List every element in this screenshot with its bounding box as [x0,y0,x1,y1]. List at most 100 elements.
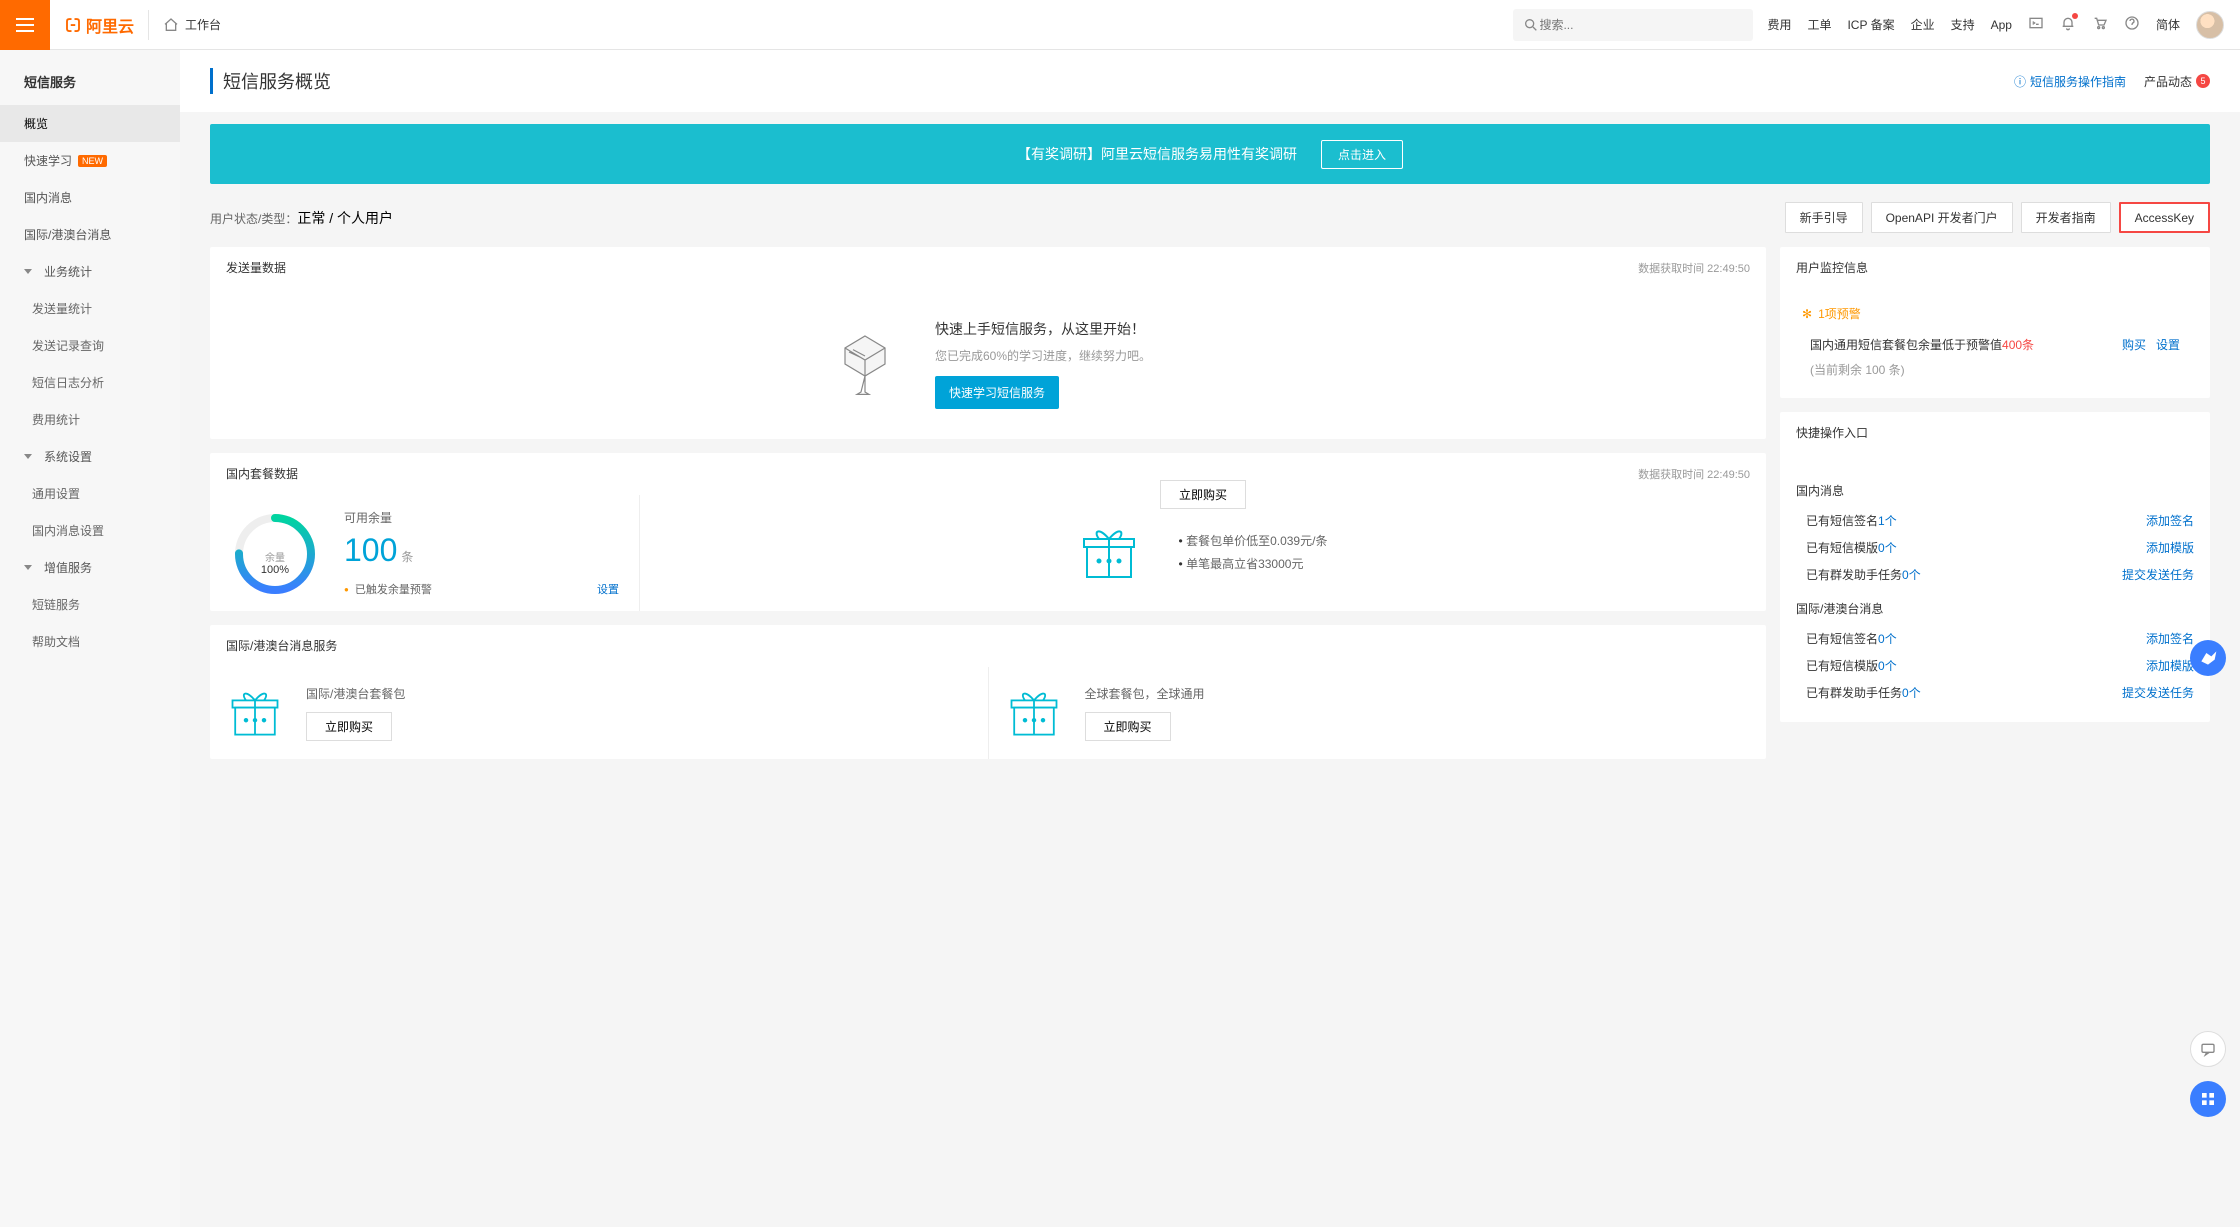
nav-domestic-settings[interactable]: 国内消息设置 [0,512,180,549]
apps-icon[interactable] [2190,1081,2226,1117]
quickstart-button[interactable]: 快速学习短信服务 [935,376,1059,409]
user-status: 用户状态/类型：正常 / 个人用户 [210,208,393,228]
search-input[interactable] [1539,18,1743,32]
quick-card: 快捷操作入口 国内消息 已有短信签名1个添加签名 已有短信模版0个添加模版 已有… [1780,412,2210,722]
alert-sub: (当前剩余 100 条) [1810,361,1905,378]
quickstart-sub: 您已完成60%的学习进度，继续努力吧。 [935,347,1151,364]
card-title: 国际/港澳台消息服务 [226,637,337,654]
nav-overview[interactable]: 概览 [0,105,180,142]
domestic-heading: 国内消息 [1796,470,2194,507]
avail-value: 100 [344,532,397,568]
pkg-bullets: 套餐包单价低至0.039元/条 单笔最高立省33000元 [1179,530,1328,576]
nav-intl[interactable]: 国际/港澳台消息 [0,216,180,253]
satellite-icon [825,324,905,404]
guide-link[interactable]: ⓘ 短信服务操作指南 [2014,73,2126,90]
nav-icp[interactable]: ICP 备案 [1847,16,1894,33]
sidebar-title: 短信服务 [0,62,180,105]
banner-button[interactable]: 点击进入 [1321,140,1403,169]
alert-set-link[interactable]: 设置 [2156,336,2180,353]
nav-domestic[interactable]: 国内消息 [0,179,180,216]
add-signature-link[interactable]: 添加签名 [2146,512,2194,529]
lang-selector[interactable]: 简体 [2156,16,2180,33]
home-icon [163,17,179,33]
news-count: 5 [2196,74,2210,88]
alert-text: 已触发余量预警 [355,581,432,597]
topbar: 阿里云 工作台 费用 工单 ICP 备案 企业 支持 App 简体 [0,0,2240,50]
global-pkg-label: 全球套餐包，全球通用 [1085,685,1205,702]
timestamp: 数据获取时间 22:49:50 [1638,260,1750,276]
nav-general-settings[interactable]: 通用设置 [0,475,180,512]
nav-group-system[interactable]: 系统设置 [0,438,180,475]
page-header: 短信服务概览 ⓘ 短信服务操作指南 产品动态5 [180,50,2240,112]
btn-newbie[interactable]: 新手引导 [1785,202,1863,233]
product-news[interactable]: 产品动态5 [2144,73,2210,90]
brand-logo[interactable]: 阿里云 [50,13,148,37]
send-data-card: 发送量数据 数据获取时间 22:49:50 快速上手短信服务，从这里开始！ 您已完… [210,247,1766,439]
assistant-icon[interactable] [2190,640,2226,676]
chevron-down-icon [24,454,32,459]
chevron-down-icon [24,269,32,274]
page-title: 短信服务概览 [210,68,331,94]
nav-ticket[interactable]: 工单 [1807,16,1831,33]
intl-heading: 国际/港澳台消息 [1796,588,2194,625]
user-avatar[interactable] [2196,11,2224,39]
cart-icon[interactable] [2092,15,2108,34]
nav-send-log[interactable]: 发送记录查询 [0,327,180,364]
chat-icon[interactable] [2190,1031,2226,1067]
nav-shortlink[interactable]: 短链服务 [0,586,180,623]
intl-buy-button[interactable]: 立即购买 [306,712,392,741]
workbench-link[interactable]: 工作台 [148,10,235,40]
hamburger-menu[interactable] [0,0,50,50]
intl-pkg-label: 国际/港澳台套餐包 [306,685,405,702]
terminal-icon[interactable] [2028,15,2044,34]
alert-buy-link[interactable]: 购买 [2122,336,2146,353]
submit-task-link[interactable]: 提交发送任务 [2122,566,2194,583]
sidebar: 短信服务 概览 快速学习NEW 国内消息 国际/港澳台消息 业务统计 发送量统计… [0,50,180,1227]
btn-openapi[interactable]: OpenAPI 开发者门户 [1871,202,2013,233]
timestamp: 数据获取时间 22:49:50 [1638,466,1750,482]
card-title: 发送量数据 [226,259,286,276]
avail-label: 可用余量 [344,509,619,526]
add-signature-link-intl[interactable]: 添加签名 [2146,630,2194,647]
nav-cost[interactable]: 费用 [1767,16,1791,33]
add-template-link[interactable]: 添加模版 [2146,539,2194,556]
action-buttons: 新手引导 OpenAPI 开发者门户 开发者指南 AccessKey [1785,202,2210,233]
nav-sms-log[interactable]: 短信日志分析 [0,364,180,401]
search-box[interactable] [1513,9,1753,41]
btn-accesskey[interactable]: AccessKey [2119,202,2210,233]
card-title: 国内套餐数据 [226,465,298,482]
nav-group-stats[interactable]: 业务统计 [0,253,180,290]
buy-now-button[interactable]: 立即购买 [1160,480,1246,509]
nav-help-docs[interactable]: 帮助文档 [0,623,180,660]
gift-icon [1079,523,1139,583]
banner-text: 【有奖调研】阿里云短信服务易用性有奖调研 [1017,144,1297,164]
gift-icon [1007,686,1061,740]
nav-support[interactable]: 支持 [1951,16,1975,33]
nav-app[interactable]: App [1991,18,2012,32]
nav-cost-stats[interactable]: 费用统计 [0,401,180,438]
search-icon [1523,17,1539,33]
add-template-link-intl[interactable]: 添加模版 [2146,657,2194,674]
status-row: 用户状态/类型：正常 / 个人用户 新手引导 OpenAPI 开发者门户 开发者… [210,202,2210,233]
quickstart-title: 快速上手短信服务，从这里开始！ [935,319,1151,339]
new-badge: NEW [78,155,107,167]
submit-task-link-intl[interactable]: 提交发送任务 [2122,684,2194,701]
nav-group-value[interactable]: 增值服务 [0,549,180,586]
nav-send-stats[interactable]: 发送量统计 [0,290,180,327]
intl-card: 国际/港澳台消息服务 国际/港澳台套餐包 立即购买 [210,625,1766,759]
package-card: 国内套餐数据数据获取时间 22:49:50 余量100% 可用余量 100条 [210,453,1766,611]
warn-heading: 1项预警 [1796,305,2194,322]
top-links: 费用 工单 ICP 备案 企业 支持 App 简体 [1767,11,2224,39]
card-title: 用户监控信息 [1796,259,1868,276]
alert-settings-link[interactable]: 设置 [597,581,619,597]
nav-enterprise[interactable]: 企业 [1911,16,1935,33]
help-icon[interactable] [2124,15,2140,34]
card-title: 快捷操作入口 [1796,424,1868,441]
bell-icon[interactable] [2060,15,2076,34]
survey-banner: 【有奖调研】阿里云短信服务易用性有奖调研 点击进入 [210,124,2210,184]
btn-devguide[interactable]: 开发者指南 [2021,202,2111,233]
global-buy-button[interactable]: 立即购买 [1085,712,1171,741]
gift-icon [228,686,282,740]
chevron-down-icon [24,565,32,570]
nav-quicklearn[interactable]: 快速学习NEW [0,142,180,179]
